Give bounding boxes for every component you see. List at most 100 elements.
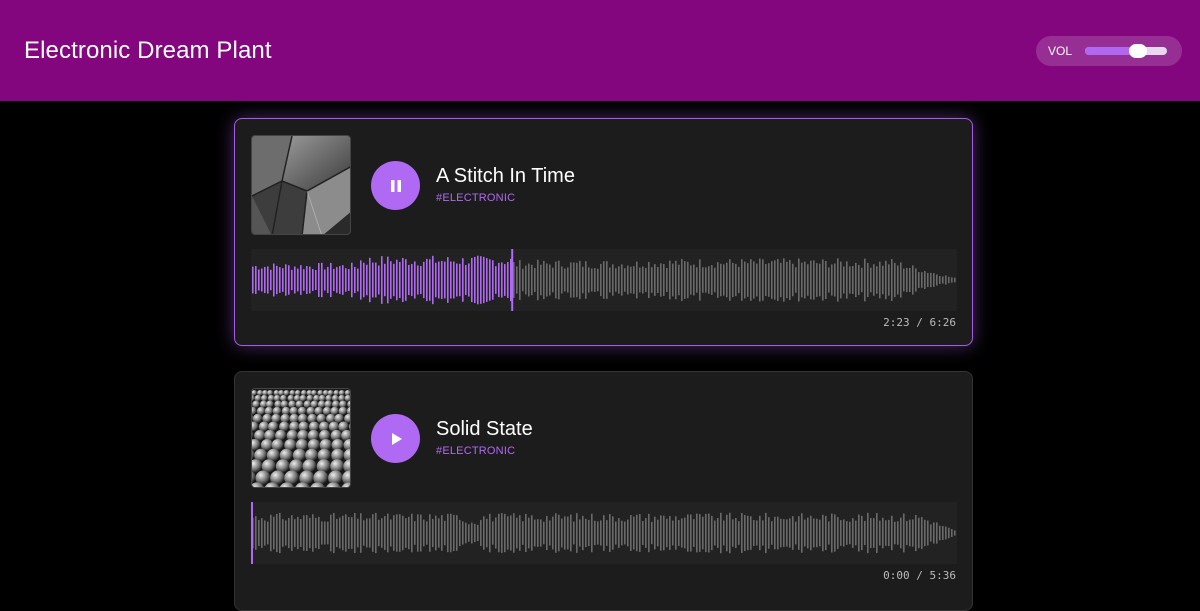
- waveform-bar: [300, 265, 302, 295]
- playhead[interactable]: [511, 249, 513, 311]
- waveform-bar: [516, 266, 518, 293]
- waveform-bar: [939, 526, 941, 541]
- waveform-bar: [525, 514, 527, 552]
- waveform-bar: [897, 521, 899, 544]
- waveform-bar: [870, 518, 872, 548]
- waveform-bar: [846, 521, 848, 545]
- track-genre-tag[interactable]: #ELECTRONIC: [436, 445, 515, 457]
- waveform-bar: [675, 261, 677, 299]
- waveform-bar: [279, 267, 281, 293]
- waveform-bar: [903, 514, 905, 553]
- waveform-bar: [456, 264, 458, 297]
- track-time: 2:23 / 6:26: [883, 316, 956, 329]
- waveform-bar: [696, 514, 698, 553]
- waveform-bar: [843, 519, 845, 546]
- waveform-bar: [363, 520, 365, 545]
- waveform-bar: [666, 519, 668, 547]
- waveform-bar: [588, 267, 590, 292]
- waveform-bar: [423, 262, 425, 298]
- play-icon: [389, 432, 403, 446]
- waveform-bar: [771, 261, 773, 299]
- waveform-bar: [747, 263, 749, 297]
- waveform-bar: [342, 265, 344, 295]
- waveform-bar: [435, 516, 437, 551]
- waveform-bar: [801, 513, 803, 552]
- waveform-bar: [882, 518, 884, 549]
- waveform-bar: [366, 265, 368, 296]
- waveform-bar: [285, 520, 287, 545]
- waveform-bar: [660, 263, 662, 296]
- waveform-bar: [408, 265, 410, 295]
- waveform-bar: [825, 261, 827, 299]
- waveform-bar: [819, 264, 821, 297]
- waveform-bar: [678, 265, 680, 296]
- waveform-bar: [330, 515, 332, 552]
- waveform-bar: [270, 270, 272, 290]
- waveform-bar: [591, 514, 593, 553]
- waveform-bar: [525, 266, 527, 295]
- waveform-bar: [483, 257, 485, 303]
- waveform-bar: [498, 514, 500, 553]
- waveform-bar: [462, 258, 464, 302]
- waveform-bar: [402, 516, 404, 551]
- waveform-bar: [732, 263, 734, 297]
- waveform-bar: [273, 517, 275, 550]
- waveform-bar: [720, 264, 722, 297]
- waveform-bar: [492, 260, 494, 299]
- waveform-bar: [942, 526, 944, 540]
- waveform-bar: [861, 516, 863, 550]
- waveform-bar: [648, 262, 650, 298]
- waveform-bar: [852, 266, 854, 294]
- waveform-bar: [951, 277, 953, 282]
- waveform-bar: [822, 515, 824, 552]
- waveform-bar: [780, 263, 782, 298]
- waveform-bar: [945, 275, 947, 284]
- waveform-bar: [282, 519, 284, 547]
- waveform-bar: [342, 516, 344, 550]
- waveform-bar: [501, 262, 503, 297]
- waveform-bar: [783, 519, 785, 547]
- waveform-bar: [954, 530, 956, 535]
- waveform-bar: [924, 520, 926, 546]
- waveform-bar: [879, 262, 881, 299]
- waveform-bar: [459, 520, 461, 546]
- waveform-bar: [663, 516, 665, 551]
- waveform-bar: [498, 263, 500, 297]
- waveform-bar: [912, 265, 914, 294]
- playhead[interactable]: [251, 502, 253, 564]
- waveform-bar: [330, 263, 332, 297]
- waveform-bar: [756, 264, 758, 297]
- waveform-bar: [753, 520, 755, 546]
- waveform-bar: [954, 278, 956, 283]
- volume-slider[interactable]: [1085, 47, 1167, 55]
- waveform-bar: [624, 522, 626, 545]
- waveform-bar: [372, 263, 374, 298]
- waveform-bar: [303, 269, 305, 291]
- volume-slider-thumb[interactable]: [1129, 44, 1147, 58]
- waveform-bar: [720, 513, 722, 553]
- waveform-bar: [528, 518, 530, 549]
- waveform-bar: [603, 261, 605, 299]
- waveform-bar: [654, 264, 656, 296]
- waveform-bar: [840, 262, 842, 299]
- waveform-bar: [774, 517, 776, 550]
- waveform-bar: [699, 514, 701, 552]
- waveform-bar: [942, 276, 944, 283]
- waveform-bar: [258, 270, 260, 291]
- waveform-bar: [444, 262, 446, 299]
- pause-button[interactable]: [371, 161, 420, 210]
- track-genre-tag[interactable]: #ELECTRONIC: [436, 192, 515, 204]
- waveform-bar: [867, 513, 869, 553]
- waveform-bar: [681, 259, 683, 301]
- waveform-bar: [561, 519, 563, 548]
- waveform-seekbar[interactable]: [251, 249, 957, 311]
- play-button[interactable]: [371, 414, 420, 463]
- waveform-bar: [669, 516, 671, 550]
- waveform-bar: [798, 516, 800, 550]
- waveform-bar: [777, 259, 779, 301]
- waveform-bar: [867, 263, 869, 297]
- waveform-bar: [534, 520, 536, 547]
- waveform-bar: [804, 520, 806, 547]
- waveform-bar: [714, 268, 716, 293]
- waveform-seekbar[interactable]: [251, 502, 957, 564]
